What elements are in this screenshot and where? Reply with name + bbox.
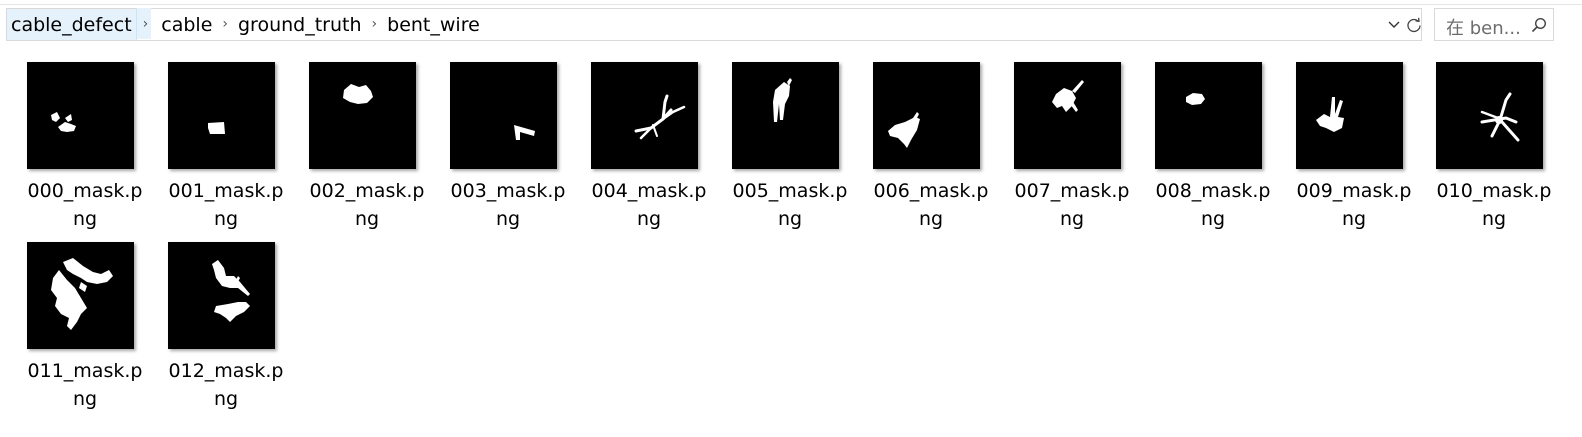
file-item[interactable]: 010_mask.p ng <box>1410 62 1551 237</box>
file-item[interactable]: 000_mask.p ng <box>1 62 142 237</box>
mask-thumbnail <box>450 62 557 169</box>
search-icon[interactable] <box>1531 17 1547 33</box>
file-item[interactable]: 009_mask.p ng <box>1270 62 1411 237</box>
mask-thumbnail <box>591 62 698 169</box>
chevron-right-icon[interactable]: › <box>218 16 232 32</box>
file-item[interactable]: 007_mask.p ng <box>988 62 1129 237</box>
mask-thumbnail <box>1014 62 1121 169</box>
breadcrumb-item-cable-defect[interactable]: cable_defect <box>7 9 137 40</box>
file-item[interactable]: 008_mask.p ng <box>1129 62 1270 237</box>
mask-thumbnail <box>1296 62 1403 169</box>
refresh-button[interactable] <box>1404 12 1424 38</box>
file-item[interactable]: 006_mask.p ng <box>847 62 988 237</box>
file-item[interactable]: 011_mask.p ng <box>1 242 142 417</box>
mask-thumbnail <box>27 242 134 349</box>
breadcrumb-item-bent-wire[interactable]: bent_wire <box>381 14 486 36</box>
chevron-right-icon[interactable]: › <box>368 16 382 32</box>
file-item[interactable]: 004_mask.p ng <box>565 62 706 237</box>
breadcrumb-item-cable[interactable]: cable <box>155 14 218 36</box>
breadcrumb: cable_defect › cable › ground_truth › be… <box>7 8 486 40</box>
refresh-icon <box>1407 17 1421 33</box>
file-item[interactable]: 001_mask.p ng <box>142 62 283 237</box>
mask-thumbnail <box>27 62 134 169</box>
mask-thumbnail <box>168 242 275 349</box>
address-bar[interactable]: cable_defect › cable › ground_truth › be… <box>6 8 1422 41</box>
file-name: 010_mask.p ng <box>1436 180 1552 230</box>
search-input[interactable]: 在 ben... <box>1446 14 1521 40</box>
mask-thumbnail <box>1155 62 1262 169</box>
file-item[interactable]: 012_mask.p ng <box>142 242 283 417</box>
window-top-border <box>0 4 1582 5</box>
address-history-dropdown-button[interactable] <box>1384 12 1404 38</box>
file-name: 012_mask.p ng <box>168 360 284 410</box>
chevron-right-icon[interactable]: › <box>136 8 152 39</box>
file-item[interactable]: 002_mask.p ng <box>283 62 424 237</box>
chevron-down-icon <box>1388 21 1400 28</box>
mask-thumbnail <box>1436 62 1543 169</box>
file-item[interactable]: 003_mask.p ng <box>424 62 565 237</box>
mask-thumbnail <box>873 62 980 169</box>
file-item[interactable]: 005_mask.p ng <box>706 62 847 237</box>
mask-thumbnail <box>732 62 839 169</box>
mask-thumbnail <box>168 62 275 169</box>
breadcrumb-item-ground-truth[interactable]: ground_truth <box>232 14 368 36</box>
search-box[interactable]: 在 ben... <box>1434 8 1554 41</box>
mask-thumbnail <box>309 62 416 169</box>
